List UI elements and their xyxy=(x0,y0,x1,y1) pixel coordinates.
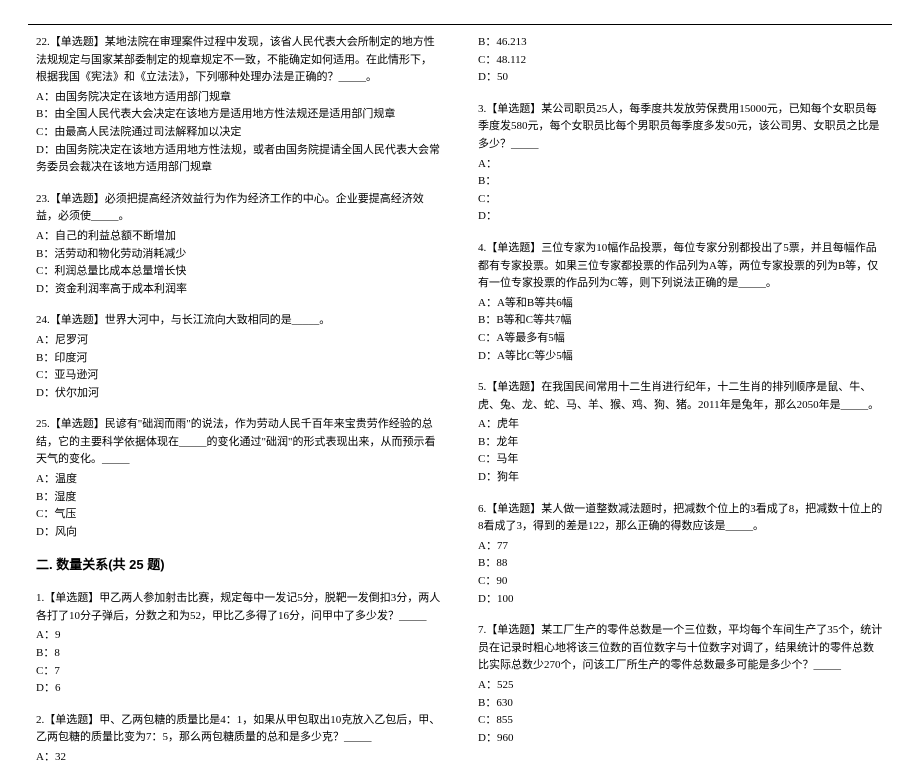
question-2-5: 5.【单选题】在我国民间常用十二生肖进行纪年，十二生肖的排列顺序是鼠、牛、虎、兔… xyxy=(478,379,884,487)
question-text: 22.【单选题】某地法院在审理案件过程中发现，该省人民代表大会所制定的地方性法规… xyxy=(36,34,442,87)
option-d: D：伏尔加河 xyxy=(36,385,442,403)
question-text: 25.【单选题】民谚有"础润而雨"的说法，作为劳动人民千百年来宝贵劳作经验的总结… xyxy=(36,416,442,469)
option-a: A：A等和B等共6幅 xyxy=(478,295,884,313)
question-text: 24.【单选题】世界大河中，与长江流向大致相同的是_____。 xyxy=(36,312,442,330)
option-c: C：由最高人民法院通过司法解释加以决定 xyxy=(36,124,442,142)
question-text: 4.【单选题】三位专家为10幅作品投票，每位专家分别都投出了5票，并且每幅作品都… xyxy=(478,240,884,293)
option-b: B：龙年 xyxy=(478,434,884,452)
question-text: 6.【单选题】某人做一道整数减法题时，把减数个位上的3看成了8，把减数十位上的8… xyxy=(478,501,884,536)
option-a: A：温度 xyxy=(36,471,442,489)
option-d: D： xyxy=(478,208,884,226)
option-a: A：自己的利益总额不断增加 xyxy=(36,228,442,246)
question-text: 3.【单选题】某公司职员25人，每季度共发放劳保费用15000元，已知每个女职员… xyxy=(478,101,884,154)
option-a: A：77 xyxy=(478,538,884,556)
option-d: D：960 xyxy=(478,730,884,748)
question-text: 1.【单选题】甲乙两人参加射击比赛，规定每中一发记5分，脱靶一发倒扣3分，两人各… xyxy=(36,590,442,625)
option-b: B： xyxy=(478,173,884,191)
section-title-2: 二. 数量关系(共 25 题) xyxy=(36,555,442,576)
option-c: C：气压 xyxy=(36,506,442,524)
option-a: A：由国务院决定在该地方适用部门规章 xyxy=(36,89,442,107)
option-b: B：活劳动和物化劳动消耗减少 xyxy=(36,246,442,264)
question-text: 23.【单选题】必须把提高经济效益行为作为经济工作的中心。企业要提高经济效益，必… xyxy=(36,191,442,226)
option-a: A：9 xyxy=(36,627,442,645)
question-text: 7.【单选题】某工厂生产的零件总数是一个三位数，平均每个车间生产了35个，统计员… xyxy=(478,622,884,675)
option-b: B：湿度 xyxy=(36,489,442,507)
question-2-4: 4.【单选题】三位专家为10幅作品投票，每位专家分别都投出了5票，并且每幅作品都… xyxy=(478,240,884,365)
option-c: C：48.112 xyxy=(478,52,884,70)
question-2-1: 1.【单选题】甲乙两人参加射击比赛，规定每中一发记5分，脱靶一发倒扣3分，两人各… xyxy=(36,590,442,698)
option-d: D：100 xyxy=(478,591,884,609)
option-a: A：525 xyxy=(478,677,884,695)
option-c: C：A等最多有5幅 xyxy=(478,330,884,348)
right-column: B：46.213 C：48.112 D：50 3.【单选题】某公司职员25人，每… xyxy=(460,12,892,639)
option-d: D：资金利润率高于成本利润率 xyxy=(36,281,442,299)
question-22: 22.【单选题】某地法院在审理案件过程中发现，该省人民代表大会所制定的地方性法规… xyxy=(36,34,442,177)
option-b: B：46.213 xyxy=(478,34,884,52)
option-a: A：尼罗河 xyxy=(36,332,442,350)
option-c: C： xyxy=(478,191,884,209)
option-d: D：6 xyxy=(36,680,442,698)
option-d: D：由国务院决定在该地方适用地方性法规，或者由国务院提请全国人民代表大会常务委员… xyxy=(36,142,442,177)
option-b: B：印度河 xyxy=(36,350,442,368)
question-24: 24.【单选题】世界大河中，与长江流向大致相同的是_____。 A：尼罗河 B：… xyxy=(36,312,442,402)
option-d: D：狗年 xyxy=(478,469,884,487)
option-c: C：855 xyxy=(478,712,884,730)
option-c: C：马年 xyxy=(478,451,884,469)
option-b: B：B等和C等共7幅 xyxy=(478,312,884,330)
option-a: A： xyxy=(478,156,884,174)
option-d: D：风向 xyxy=(36,524,442,542)
option-b: B：由全国人民代表大会决定在该地方是适用地方性法规还是适用部门规章 xyxy=(36,106,442,124)
page-divider xyxy=(28,24,892,25)
question-text: 5.【单选题】在我国民间常用十二生肖进行纪年，十二生肖的排列顺序是鼠、牛、虎、兔… xyxy=(478,379,884,414)
question-2-7: 7.【单选题】某工厂生产的零件总数是一个三位数，平均每个车间生产了35个，统计员… xyxy=(478,622,884,747)
option-d: D：A等比C等少5幅 xyxy=(478,348,884,366)
option-c: C：亚马逊河 xyxy=(36,367,442,385)
left-column: 22.【单选题】某地法院在审理案件过程中发现，该省人民代表大会所制定的地方性法规… xyxy=(28,12,460,639)
question-2-6: 6.【单选题】某人做一道整数减法题时，把减数个位上的3看成了8，把减数十位上的8… xyxy=(478,501,884,609)
option-d: D：50 xyxy=(478,69,884,87)
option-c: C：7 xyxy=(36,663,442,681)
option-b: B：8 xyxy=(36,645,442,663)
question-2-2-cont: B：46.213 C：48.112 D：50 xyxy=(478,34,884,87)
option-c: C：利润总量比成本总量增长快 xyxy=(36,263,442,281)
question-25: 25.【单选题】民谚有"础润而雨"的说法，作为劳动人民千百年来宝贵劳作经验的总结… xyxy=(36,416,442,541)
option-c: C：90 xyxy=(478,573,884,591)
question-text: 2.【单选题】甲、乙两包糖的质量比是4：1，如果从甲包取出10克放入乙包后，甲、… xyxy=(36,712,442,747)
option-b: B：88 xyxy=(478,555,884,573)
question-2-3: 3.【单选题】某公司职员25人，每季度共发放劳保费用15000元，已知每个女职员… xyxy=(478,101,884,226)
question-2-2: 2.【单选题】甲、乙两包糖的质量比是4：1，如果从甲包取出10克放入乙包后，甲、… xyxy=(36,712,442,767)
option-b: B：630 xyxy=(478,695,884,713)
option-a: A：虎年 xyxy=(478,416,884,434)
question-23: 23.【单选题】必须把提高经济效益行为作为经济工作的中心。企业要提高经济效益，必… xyxy=(36,191,442,299)
option-a: A：32 xyxy=(36,749,442,767)
